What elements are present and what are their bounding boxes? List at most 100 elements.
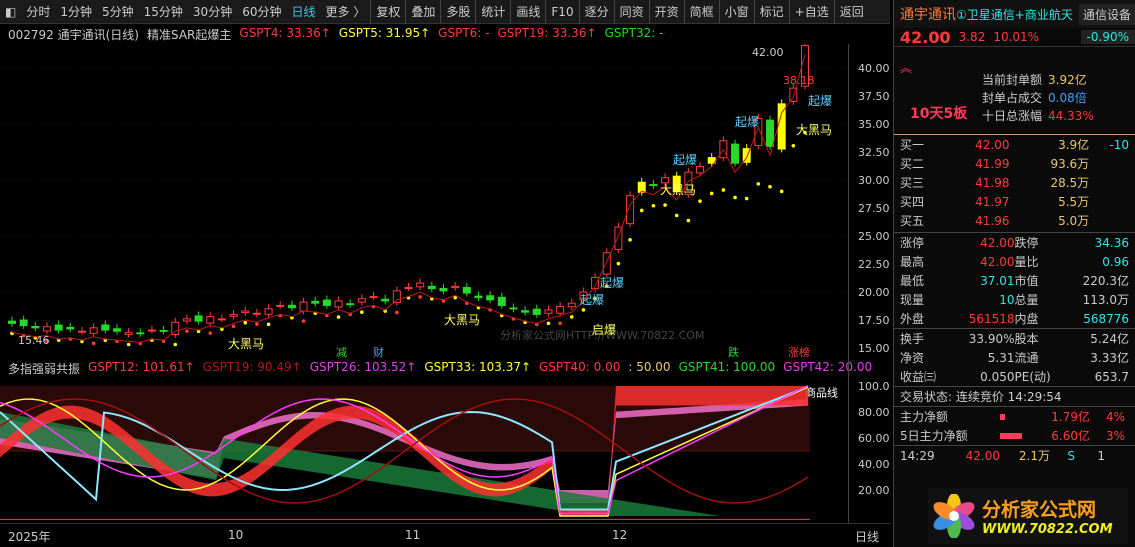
candle-body [334, 300, 343, 308]
stat-value: 34.36 [1094, 235, 1129, 250]
indicator-value: GSPT19: 33.36↑ [497, 26, 597, 40]
sar-dot [569, 315, 574, 319]
indicator-tick: 20.00 [858, 484, 890, 497]
candle-body [136, 332, 145, 335]
signal-label-breakout: 起爆 [673, 153, 697, 167]
toolbar-button[interactable]: 开资 [648, 0, 684, 24]
candle-body [42, 326, 51, 332]
sar-dot [546, 321, 551, 326]
event-badge[interactable]: 涨榜 [788, 345, 810, 359]
bid-label: 买四 [900, 195, 925, 209]
period-tab[interactable]: 5分钟 [97, 3, 139, 20]
indicator-chart[interactable]: 100.0 80.00 60.00 40.00 20.00 商品线 [0, 378, 890, 520]
price-tick: 17.50 [858, 314, 890, 327]
candle-body [241, 310, 250, 314]
toolbar-button[interactable]: +自选 [788, 0, 834, 24]
toolbar-button[interactable]: 标记 [753, 0, 789, 24]
bid-row: 买四 41.97 5.5万 [894, 192, 1135, 211]
candle-body [8, 320, 16, 324]
indicator-line-label: 商品线 [805, 385, 838, 399]
period-tab[interactable]: 30分钟 [188, 3, 237, 20]
bid-label: 买一 [900, 138, 925, 152]
flow-label: 5日主力净额 [900, 429, 968, 443]
candle-body [252, 312, 261, 315]
indicator-tick: 40.00 [858, 458, 890, 471]
seal-row: 十日总涨幅 44.33% [982, 107, 1094, 125]
toolbar-button[interactable]: 逐分 [578, 0, 614, 24]
concept-tag[interactable]: ①卫星通信+商业航天 [956, 6, 1073, 23]
signal-label-breakout: 起爆 [600, 276, 624, 290]
stat-value: 3.33亿 [1090, 351, 1129, 365]
stat-row: 最高 42.00 量比 0.96 [894, 252, 1135, 271]
period-tab[interactable]: 日线 [286, 3, 320, 20]
signal-label-breakout: 起爆 [735, 115, 759, 129]
indicator-value: GSPT41: 100.00 [678, 360, 776, 374]
site-logo: 分析家公式网 WWW.70822.COM [928, 488, 1128, 544]
panel-toggle-icon[interactable]: ◧ [0, 5, 21, 19]
candle-body [696, 166, 705, 174]
toolbar-button[interactable]: 返回 [833, 0, 869, 24]
tick-n: 1 [1097, 448, 1105, 463]
stat-row: 涨停 42.00 跌停 34.36 [894, 233, 1135, 252]
toolbar-button[interactable]: F10 [545, 0, 578, 24]
flow-value: 1.79亿 [1051, 410, 1090, 424]
candle-body [462, 286, 471, 294]
event-badge[interactable]: 财 [373, 345, 384, 359]
bid-price: 42.00 [975, 137, 1010, 152]
period-tab[interactable]: 分时 [21, 3, 55, 20]
period-tab[interactable]: 更多 〉 [321, 3, 371, 20]
fund-flow-row: 主力净额 1.79亿 4% [894, 407, 1135, 426]
sar-dot [581, 308, 586, 312]
candlestick-chart[interactable]: 分析家公式网HTTP://WWW.70822.COM40.0037.5035.0… [0, 44, 890, 360]
stat-label: 流通 [1014, 351, 1039, 365]
toolbar-button[interactable]: 叠加 [405, 0, 440, 24]
collapse-icon[interactable]: ︽ [900, 59, 912, 76]
seal-label: 当前封单额 [982, 73, 1043, 87]
period-tab[interactable]: 60分钟 [237, 3, 286, 20]
candle-body [392, 290, 401, 303]
event-badge[interactable]: 跌 [728, 345, 739, 359]
toolbar-button[interactable]: 同资 [613, 0, 649, 24]
toolbar-button[interactable]: 多股 [440, 0, 475, 24]
candle-body [649, 184, 658, 187]
candle-body [287, 304, 296, 309]
candle-body [229, 313, 238, 317]
sector-tag[interactable]: 通信设备 [1078, 3, 1135, 25]
sar-dot [395, 310, 399, 315]
period-tab[interactable]: 1分钟 [55, 3, 97, 20]
sar-dot [336, 315, 341, 319]
price-tick: 40.00 [858, 62, 890, 75]
candle-body [89, 327, 98, 334]
bid-volume: 5.5万 [1058, 195, 1090, 209]
candle-body [731, 143, 740, 164]
price-tick: 37.50 [858, 90, 890, 103]
candle-body [322, 299, 331, 306]
toolbar-button[interactable]: 小窗 [718, 0, 754, 24]
signal-label-breakout: 起爆 [580, 293, 604, 307]
bid-volume: 93.6万 [1050, 157, 1090, 171]
stat-row: 收益㈢ 0.050 PE(动) 653.7 [894, 367, 1135, 386]
event-badge[interactable]: 减 [336, 346, 347, 359]
toolbar-button[interactable]: 复权 [370, 0, 405, 24]
logo-title: 分析家公式网 [982, 499, 1097, 521]
indicator-name[interactable]: 精准SAR起爆主 [147, 26, 231, 44]
toolbar-button[interactable]: 画线 [510, 0, 545, 24]
stat-label: 外盘 [900, 312, 925, 326]
stat-row: 外盘 561518 内盘 568776 [894, 309, 1135, 328]
sar-dot [231, 324, 236, 329]
indicator-value: : 50.00 [628, 360, 671, 374]
bid-price: 41.97 [975, 194, 1010, 209]
sub-indicator-name[interactable]: 多指强弱共振 [8, 360, 80, 378]
quote-panel: 通宇通讯 ①卫星通信+商业航天 通信设备 42.00 3.82 10.01% -… [893, 0, 1135, 547]
stat-value: 37.01 [980, 273, 1015, 288]
sar-dot [266, 322, 271, 327]
sar-dot [639, 208, 644, 213]
toolbar-button[interactable]: 简框 [683, 0, 719, 24]
stat-value: 568776 [1083, 311, 1129, 326]
toolbar-button[interactable]: 统计 [475, 0, 510, 24]
stat-label: 换手 [900, 332, 925, 346]
sar-dot [674, 213, 679, 218]
stat-label: 跌停 [1014, 236, 1039, 250]
period-tab[interactable]: 15分钟 [139, 3, 188, 20]
sar-dot [126, 342, 131, 347]
